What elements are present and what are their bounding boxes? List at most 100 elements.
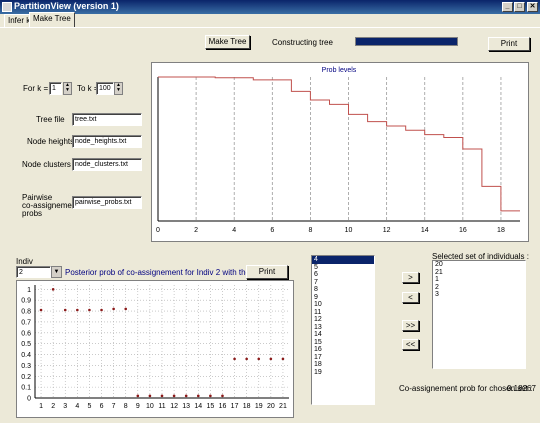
node-heights-input[interactable]: node_heights.txt — [72, 135, 142, 148]
post-point — [76, 308, 79, 312]
add-button[interactable]: > — [402, 272, 419, 283]
available-list-item[interactable]: 9 — [312, 294, 374, 302]
available-list-item[interactable]: 5 — [312, 264, 374, 272]
post-x-tick-label: 3 — [63, 403, 67, 410]
make-tree-button[interactable]: Make Tree — [205, 35, 250, 49]
to-k-input[interactable]: 100 — [96, 82, 114, 95]
tree-file-input[interactable]: tree.txt — [72, 113, 142, 126]
print-posterior-button[interactable]: Print — [246, 265, 288, 279]
available-list-item[interactable]: 11 — [312, 309, 374, 317]
post-point — [51, 288, 55, 291]
post-x-tick-label: 15 — [206, 403, 214, 410]
available-list-item[interactable]: 12 — [312, 316, 374, 324]
post-point — [184, 394, 188, 398]
post-x-tick-label: 4 — [75, 403, 79, 410]
post-x-tick-label: 20 — [267, 403, 275, 410]
node-clusters-input[interactable]: node_clusters.txt — [72, 158, 142, 171]
prob-chart-title: Prob levels — [322, 67, 357, 74]
post-x-tick-label: 18 — [243, 403, 251, 410]
remove-button[interactable]: < — [402, 292, 419, 303]
post-point — [39, 308, 43, 312]
available-list-item[interactable]: 17 — [312, 354, 374, 362]
available-list-item[interactable]: 4 — [312, 256, 374, 264]
prob-levels-chart: Prob levels 0 2 4 6 8 10 12 14 16 18 — [156, 67, 520, 234]
maximize-button[interactable]: □ — [514, 2, 525, 12]
post-y-tick-label: 0 — [27, 396, 31, 403]
tree-file-label: Tree file — [36, 115, 65, 124]
close-button[interactable]: ✕ — [527, 2, 538, 12]
available-list-item[interactable]: 10 — [312, 301, 374, 309]
post-point — [148, 394, 152, 398]
posterior-panel: 0 0.1 0.2 0.3 0.4 0.5 0.6 0.7 0.8 0.9 1 1 2 3 4 5 6 7 8 9 10… — [16, 280, 294, 418]
post-point — [281, 357, 285, 361]
app-icon — [2, 2, 12, 12]
coassign-value: 0.18267 — [507, 384, 536, 393]
tab-divider — [0, 27, 540, 28]
post-point — [88, 308, 91, 312]
pairwise-label-3: probs — [22, 209, 43, 218]
title-bar: PartitionView (version 1) _ □ ✕ — [0, 0, 540, 14]
node-heights-label: Node heights : — [27, 137, 79, 146]
post-point — [160, 394, 164, 398]
remove-all-button[interactable]: << — [402, 339, 419, 350]
selected-list-item[interactable]: 21 — [433, 269, 525, 277]
for-k-input[interactable]: 1 — [49, 82, 62, 95]
post-x-tick-label: 2 — [51, 403, 55, 410]
print-tree-button[interactable]: Print — [488, 37, 530, 51]
post-y-tick-label: 0.1 — [21, 385, 31, 392]
post-x-tick-label: 7 — [112, 403, 116, 410]
prob-x-tick-label: 18 — [497, 227, 505, 234]
prob-level-line — [158, 76, 520, 212]
prob-x-tick-label: 0 — [156, 227, 160, 234]
prob-x-tick-label: 16 — [459, 227, 467, 234]
prob-x-tick-label: 14 — [421, 227, 429, 234]
selected-individuals-list[interactable]: 20 21 1 2 3 — [432, 260, 526, 369]
post-point — [63, 308, 67, 312]
available-list-item[interactable]: 13 — [312, 324, 374, 332]
add-all-button[interactable]: >> — [402, 320, 419, 331]
available-list-item[interactable]: 18 — [312, 361, 374, 369]
posterior-chart-title: Posterior prob of co-assignement for Ind… — [65, 268, 275, 277]
post-y-tick-label: 0.8 — [21, 309, 31, 316]
post-y-tick-label: 0.4 — [21, 352, 31, 359]
pairwise-probs-input[interactable]: pairwise_probs.txt — [72, 196, 142, 209]
post-x-tick-label: 10 — [146, 403, 154, 410]
post-point — [196, 394, 200, 398]
available-individuals-list[interactable]: 4 5 6 7 8 9 10 11 12 13 14 15 16 17 18 19 — [311, 255, 375, 405]
selected-list-item[interactable]: 1 — [433, 276, 525, 284]
prob-x-tick-label: 12 — [383, 227, 391, 234]
available-list-item[interactable]: 14 — [312, 331, 374, 339]
post-point — [136, 394, 140, 398]
available-list-item[interactable]: 16 — [312, 346, 374, 354]
progress-fill — [356, 38, 457, 45]
indiv-select[interactable]: 2 — [16, 266, 51, 278]
available-list-item[interactable]: 6 — [312, 271, 374, 279]
to-k-spinner[interactable]: ▲ ▼ — [114, 82, 123, 95]
window-title: PartitionView (version 1) — [14, 1, 119, 11]
available-list-item[interactable]: 8 — [312, 286, 374, 294]
post-point — [172, 394, 176, 398]
selected-list-item[interactable]: 20 — [433, 261, 525, 269]
post-y-tick-label: 0.3 — [21, 363, 31, 370]
prob-x-tick-label: 6 — [270, 227, 274, 234]
post-y-tick-label: 0.9 — [21, 298, 31, 305]
minimize-button[interactable]: _ — [502, 2, 513, 12]
for-k-spinner[interactable]: ▲ ▼ — [63, 82, 72, 95]
selected-list-item[interactable]: 3 — [433, 291, 525, 299]
indiv-dropdown-arrow[interactable]: ▼ — [51, 266, 62, 278]
node-clusters-label: Node clusters : — [22, 160, 76, 169]
prob-x-tick-label: 2 — [194, 227, 198, 234]
post-point — [209, 394, 212, 398]
prob-levels-panel: Prob levels 0 2 4 6 8 10 12 14 16 18 — [151, 62, 529, 242]
selected-list-item[interactable]: 2 — [433, 284, 525, 292]
tab-make-tree[interactable]: Make Tree — [29, 12, 75, 27]
post-point — [245, 357, 248, 361]
available-list-item[interactable]: 15 — [312, 339, 374, 347]
post-x-tick-label: 5 — [87, 403, 91, 410]
available-list-item[interactable]: 19 — [312, 369, 374, 377]
post-point — [221, 394, 224, 398]
post-y-tick-label: 0.5 — [21, 341, 31, 348]
available-list-item[interactable]: 7 — [312, 279, 374, 287]
post-y-tick-label: 0.2 — [21, 374, 31, 381]
post-x-tick-label: 17 — [231, 403, 239, 410]
